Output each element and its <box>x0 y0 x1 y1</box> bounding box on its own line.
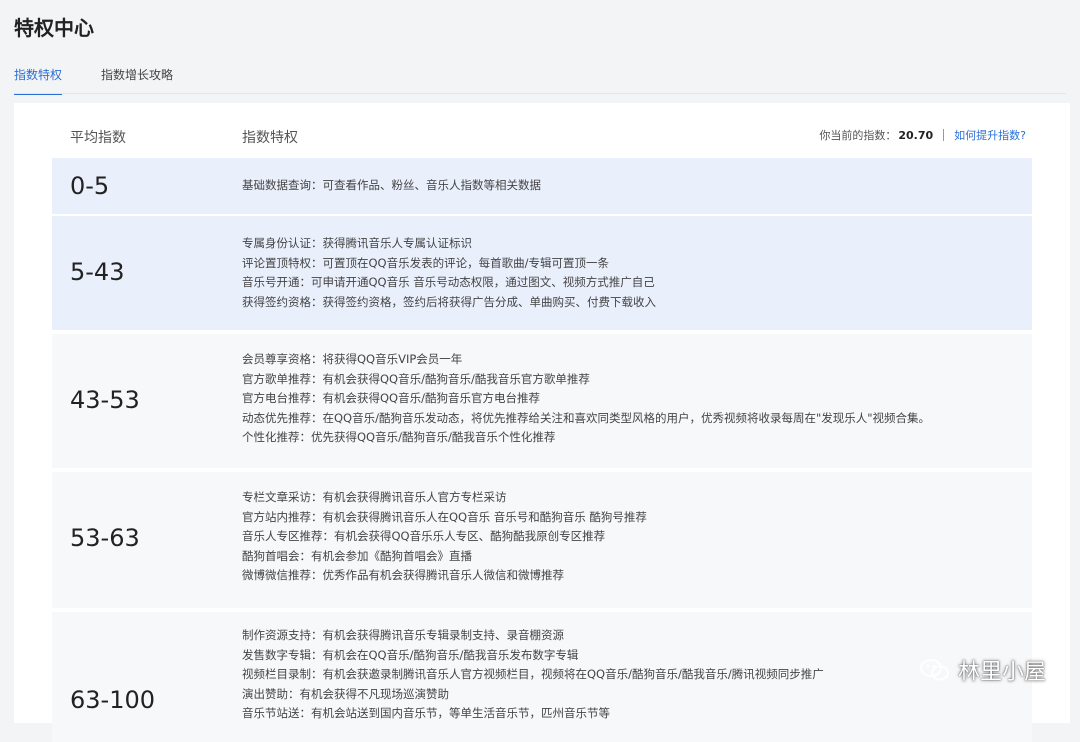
privilege-item: 动态优先推荐：在QQ音乐/酷狗音乐发动态，将优先推荐给关注和喜欢同类型风格的用户… <box>242 410 931 425</box>
table-header: 平均指数 指数特权 你当前的指数： 20.70 如何提升指数? <box>52 103 1032 158</box>
watermark: 林里小屋 <box>919 654 1046 686</box>
tier-range: 43-53 <box>70 386 140 414</box>
privilege-item: 基础数据查询：可查看作品、粉丝、音乐人指数等相关数据 <box>242 178 541 192</box>
tier-privileges: 专属身份认证：获得腾讯音乐人专属认证标识 评论置顶特权：可置顶在QQ音乐发表的评… <box>242 234 656 312</box>
tier-privileges: 基础数据查询：可查看作品、粉丝、音乐人指数等相关数据 <box>242 176 541 196</box>
privileges-panel: 平均指数 指数特权 你当前的指数： 20.70 如何提升指数? 0-5 基础数据… <box>14 103 1070 742</box>
current-index-info: 你当前的指数： 20.70 如何提升指数? <box>819 127 1026 143</box>
tier-range: 0-5 <box>70 172 110 200</box>
page-title: 特权中心 <box>14 16 94 40</box>
privilege-item: 获得签约资格：获得签约资格，签约后将获得广告分成、单曲购买、付费下载收入 <box>242 294 656 309</box>
tier-privileges: 会员尊享资格：将获得QQ音乐VIP会员一年 官方歌单推荐：有机会获得QQ音乐/酷… <box>242 350 930 448</box>
current-index-value: 20.70 <box>898 128 934 142</box>
privilege-item: 官方电台推荐：有机会获得QQ音乐/酷狗音乐官方电台推荐 <box>242 391 540 405</box>
watermark-text: 林里小屋 <box>957 660 1046 685</box>
tier-row: 63-100 制作资源支持：有机会获得腾讯音乐专辑录制支持、录音棚资源 发售数字… <box>52 612 1032 742</box>
privilege-item: 专属身份认证：获得腾讯音乐人专属认证标识 <box>242 236 472 250</box>
tabs-divider <box>14 93 1066 94</box>
column-header-privileges: 指数特权 <box>242 130 298 146</box>
privilege-item: 微博微信推荐：优秀作品有机会获得腾讯音乐人微信和微博推荐 <box>242 568 564 582</box>
privilege-item: 发售数字专辑：有机会在QQ音乐/酷狗音乐/酷我音乐发布数字专辑 <box>242 647 579 662</box>
tier-range: 63-100 <box>70 686 156 714</box>
privilege-item: 会员尊享资格：将获得QQ音乐VIP会员一年 <box>242 352 463 366</box>
tier-row: 53-63 专栏文章采访：有机会获得腾讯音乐人官方专栏采访 官方站内推荐：有机会… <box>52 472 1032 608</box>
column-header-range: 平均指数 <box>70 130 126 146</box>
tier-range: 5-43 <box>70 258 125 286</box>
privilege-item: 视频栏目录制：有机会获邀录制腾讯音乐人官方视频栏目，视频将在QQ音乐/酷狗音乐/… <box>242 667 824 681</box>
tier-row: 0-5 基础数据查询：可查看作品、粉丝、音乐人指数等相关数据 <box>52 158 1032 214</box>
privilege-item: 官方站内推荐：有机会获得腾讯音乐人在QQ音乐 音乐号和酷狗音乐 酷狗号推荐 <box>242 509 647 524</box>
tier-row: 43-53 会员尊享资格：将获得QQ音乐VIP会员一年 官方歌单推荐：有机会获得… <box>52 334 1032 468</box>
tier-privileges: 专栏文章采访：有机会获得腾讯音乐人官方专栏采访 官方站内推荐：有机会获得腾讯音乐… <box>242 488 647 586</box>
privilege-item: 音乐号开通：可申请开通QQ音乐 音乐号动态权限，通过图文、视频方式推广自己 <box>242 275 655 289</box>
privilege-item: 酷狗首唱会：有机会参加《酷狗首唱会》直播 <box>242 548 472 563</box>
wechat-icon <box>919 658 950 682</box>
tier-privileges: 制作资源支持：有机会获得腾讯音乐专辑录制支持、录音棚资源 发售数字专辑：有机会在… <box>242 626 824 724</box>
privilege-item: 音乐人专区推荐：有机会获得QQ音乐乐人专区、酷狗酷我原创专区推荐 <box>242 529 606 543</box>
privilege-item: 演出赞助：有机会获得不凡现场巡演赞助 <box>242 686 449 701</box>
improve-index-link[interactable]: 如何提升指数? <box>954 127 1026 143</box>
privilege-item: 专栏文章采访：有机会获得腾讯音乐人官方专栏采访 <box>242 490 507 504</box>
tab-index-privileges[interactable]: 指数特权 <box>14 66 63 95</box>
current-index-label: 你当前的指数： <box>819 129 897 142</box>
divider <box>943 129 945 141</box>
privilege-item: 音乐节站送：有机会站送到国内音乐节，等单生活音乐节，匹州音乐节等 <box>242 706 610 720</box>
tab-index-growth-guide[interactable]: 指数增长攻略 <box>101 66 173 93</box>
privilege-item: 制作资源支持：有机会获得腾讯音乐专辑录制支持、录音棚资源 <box>242 628 564 642</box>
tier-range: 53-63 <box>70 524 140 552</box>
privilege-item: 官方歌单推荐：有机会获得QQ音乐/酷狗音乐/酷我音乐官方歌单推荐 <box>242 371 590 386</box>
tier-row: 5-43 专属身份认证：获得腾讯音乐人专属认证标识 评论置顶特权：可置顶在QQ音… <box>52 216 1032 330</box>
privilege-item: 个性化推荐：优先获得QQ音乐/酷狗音乐/酷我音乐个性化推荐 <box>242 430 556 444</box>
privilege-item: 评论置顶特权：可置顶在QQ音乐发表的评论，每首歌曲/专辑可置顶一条 <box>242 255 609 270</box>
